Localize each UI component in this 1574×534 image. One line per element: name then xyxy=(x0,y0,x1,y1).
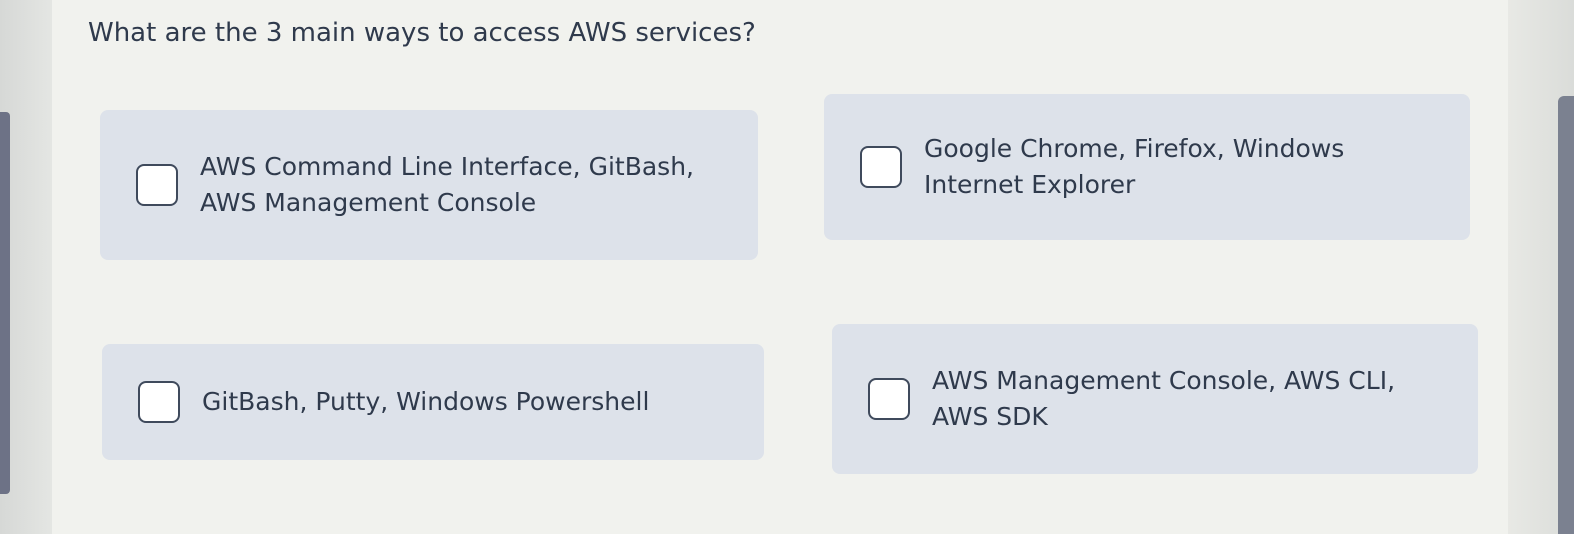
option-4-label-line-2: AWS SDK xyxy=(932,402,1048,431)
left-accent-bar xyxy=(0,112,10,494)
option-3-checkbox[interactable] xyxy=(138,381,180,423)
question-text: What are the 3 main ways to access AWS s… xyxy=(88,18,756,48)
option-2-label: Google Chrome, Firefox, Windows Internet… xyxy=(924,131,1344,203)
option-2-checkbox[interactable] xyxy=(860,146,902,188)
option-4-checkbox[interactable] xyxy=(868,378,910,420)
answer-option-3[interactable]: GitBash, Putty, Windows Powershell xyxy=(102,344,764,460)
option-1-label: AWS Command Line Interface, GitBash, AWS… xyxy=(200,149,694,221)
option-1-label-line-1: AWS Command Line Interface, GitBash, xyxy=(200,152,694,181)
answer-option-1[interactable]: AWS Command Line Interface, GitBash, AWS… xyxy=(100,110,758,260)
option-4-label: AWS Management Console, AWS CLI, AWS SDK xyxy=(932,363,1395,435)
option-4-label-line-1: AWS Management Console, AWS CLI, xyxy=(932,366,1396,395)
option-2-label-line-2: Internet Explorer xyxy=(924,170,1136,199)
option-3-label-line-1: GitBash, Putty, Windows Powershell xyxy=(202,387,650,416)
option-2-label-line-1: Google Chrome, Firefox, Windows xyxy=(924,134,1345,163)
answer-option-4[interactable]: AWS Management Console, AWS CLI, AWS SDK xyxy=(832,324,1478,474)
option-1-checkbox[interactable] xyxy=(136,164,178,206)
scrollbar[interactable] xyxy=(1558,96,1574,534)
option-3-label: GitBash, Putty, Windows Powershell xyxy=(202,384,649,420)
answer-option-2[interactable]: Google Chrome, Firefox, Windows Internet… xyxy=(824,94,1470,240)
option-1-label-line-2: AWS Management Console xyxy=(200,188,537,217)
